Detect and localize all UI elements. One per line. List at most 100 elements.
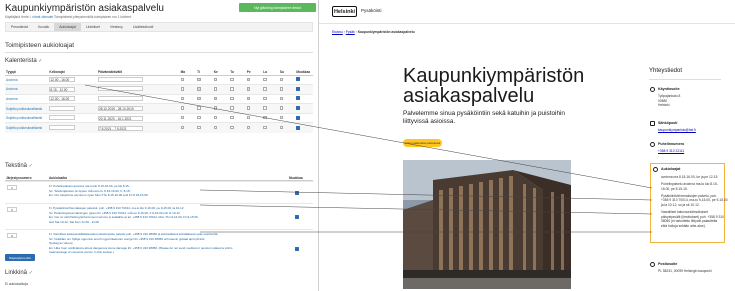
calendar-type-link[interactable]: Avoinna bbox=[6, 97, 17, 101]
hours-text-line: En: Car on call Parking Enforcement serv… bbox=[49, 215, 199, 219]
helsinki-logo[interactable]: Helsinki bbox=[332, 6, 357, 17]
weekday-checkbox[interactable] bbox=[230, 96, 234, 101]
tab-linkkiluet[interactable]: Linkkiluet bbox=[81, 23, 105, 31]
edit-icon[interactable] bbox=[296, 125, 300, 130]
weekday-checkbox[interactable] bbox=[279, 115, 284, 120]
weekday-cell bbox=[229, 122, 246, 133]
weekday-checkbox[interactable] bbox=[279, 87, 284, 91]
calendar-type-link[interactable]: Suljettu poikkeuksellisesti bbox=[6, 107, 42, 111]
weekday-checkbox[interactable] bbox=[230, 115, 234, 120]
order-select[interactable]: 1 bbox=[7, 185, 17, 190]
edit-icon[interactable] bbox=[296, 77, 300, 82]
time-select[interactable] bbox=[49, 105, 76, 111]
breadcrumb-parking[interactable]: Pysäk bbox=[346, 30, 355, 34]
weekday-checkbox[interactable] bbox=[213, 125, 218, 130]
service-name[interactable]: Pysäköinti bbox=[361, 8, 382, 13]
weekday-checkbox[interactable] bbox=[213, 87, 218, 91]
weekday-checkbox[interactable] bbox=[180, 77, 185, 82]
weekday-checkbox[interactable] bbox=[197, 87, 201, 91]
weekday-checkbox[interactable] bbox=[263, 125, 267, 130]
edit-icon[interactable] bbox=[296, 106, 300, 111]
page-lead: Palvelemme sinua pysäköintiin sekä katui… bbox=[403, 110, 565, 126]
weekday-checkbox[interactable] bbox=[246, 77, 251, 82]
edit-icon[interactable] bbox=[296, 86, 300, 91]
weekday-checkbox[interactable] bbox=[197, 125, 201, 130]
opening-hours-line: Puhelinpalvelu avoinna ma-to klo 8.15- bbox=[661, 182, 718, 187]
tab-perustiedot[interactable]: Perustiedot bbox=[6, 23, 33, 31]
time-select[interactable]: 12.00 - 16.00 bbox=[49, 96, 76, 102]
time-select[interactable] bbox=[49, 115, 76, 121]
weekday-checkbox[interactable] bbox=[180, 106, 185, 110]
weekday-checkbox[interactable] bbox=[246, 115, 251, 120]
edit-icon[interactable] bbox=[295, 247, 299, 251]
weekday-checkbox[interactable] bbox=[279, 96, 284, 101]
period-select[interactable]: 28.10.2019 - 28.10.2019 bbox=[97, 106, 143, 112]
weekday-checkbox[interactable] bbox=[213, 106, 218, 110]
weekday-checkbox[interactable] bbox=[213, 77, 218, 82]
edit-icon[interactable] bbox=[295, 191, 299, 195]
weekday-checkbox[interactable] bbox=[230, 106, 234, 110]
weekday-checkbox[interactable] bbox=[197, 77, 201, 82]
weekday-checkbox[interactable] bbox=[230, 77, 234, 82]
weekday-checkbox[interactable] bbox=[180, 96, 185, 101]
weekday-checkbox[interactable] bbox=[279, 106, 284, 110]
edit-icon[interactable] bbox=[295, 215, 299, 219]
weekday-checkbox[interactable] bbox=[213, 115, 218, 120]
order-select[interactable]: 2 bbox=[7, 207, 17, 212]
period-select[interactable] bbox=[97, 95, 143, 101]
weekday-checkbox[interactable] bbox=[197, 106, 201, 110]
period-select[interactable] bbox=[97, 86, 143, 92]
weekday-checkbox[interactable] bbox=[180, 125, 185, 130]
weekday-checkbox[interactable] bbox=[180, 115, 185, 120]
calendar-type-link[interactable]: Avoinna bbox=[6, 78, 17, 82]
period-select[interactable]: 20.11.2020 - 16.1.2021 bbox=[97, 115, 143, 121]
weekday-checkbox[interactable] bbox=[230, 125, 234, 130]
calendar-type-link[interactable]: Avoinna bbox=[6, 87, 17, 91]
weekday-checkbox[interactable] bbox=[197, 96, 201, 101]
period-select[interactable] bbox=[97, 76, 143, 82]
weekday-cell bbox=[245, 112, 263, 123]
calendar-heading: Kalenterista ✓ bbox=[5, 58, 43, 64]
tab-aukioloajat[interactable]: Aukioloajat bbox=[54, 23, 81, 31]
weekday-checkbox[interactable] bbox=[263, 96, 267, 101]
breadcrumb-home[interactable]: Etusivu bbox=[332, 30, 343, 34]
calendar-type-cell: Avoinna bbox=[5, 93, 49, 104]
weekday-checkbox[interactable] bbox=[263, 106, 267, 110]
phone-link[interactable]: +358 9 310 22111 bbox=[658, 149, 684, 154]
weekday-checkbox[interactable] bbox=[246, 96, 251, 101]
weekday-checkbox[interactable] bbox=[263, 77, 267, 82]
permissions-link[interactable]: nämä oikeudet bbox=[32, 15, 53, 19]
calendar-type-link[interactable]: Suljettu poikkeuksellisesti bbox=[6, 126, 42, 130]
add-row-button[interactable]: Näytetylementtö bbox=[5, 254, 35, 261]
edit-icon[interactable] bbox=[296, 96, 300, 101]
calendar-type-cell: Avoinna bbox=[5, 84, 49, 95]
period-select[interactable]: 7.5.2021 - 7.5.2021 bbox=[97, 125, 143, 131]
time-select[interactable] bbox=[49, 125, 76, 131]
feedback-button[interactable]: Anna palautetta palvelusta bbox=[403, 139, 442, 147]
edit-icon[interactable] bbox=[296, 115, 300, 120]
phone-icon bbox=[650, 142, 655, 147]
weekday-checkbox[interactable] bbox=[279, 125, 284, 130]
weekday-checkbox[interactable] bbox=[263, 87, 267, 91]
weekday-checkbox[interactable] bbox=[246, 125, 251, 130]
weekday-cell bbox=[196, 84, 213, 95]
tab-viestecy[interactable]: Viestecy bbox=[105, 23, 128, 31]
time-select[interactable]: 12.00 - 16.00 bbox=[49, 77, 76, 83]
weekday-checkbox[interactable] bbox=[279, 77, 284, 82]
weekday-checkbox[interactable] bbox=[246, 87, 251, 91]
weekday-checkbox[interactable] bbox=[230, 87, 234, 91]
tab-kuvailu[interactable]: Kuvailu bbox=[33, 23, 54, 31]
weekday-checkbox[interactable] bbox=[197, 115, 201, 120]
order-select[interactable]: 3 bbox=[7, 233, 17, 238]
calendar-type-link[interactable]: Suljettu poikkeuksellisesti bbox=[6, 116, 42, 120]
tab-lisätietoikonit[interactable]: Lisätietoikonit bbox=[128, 23, 159, 31]
weekday-checkbox[interactable] bbox=[213, 96, 218, 101]
email-icon bbox=[650, 121, 655, 126]
email-link[interactable]: kaupunkiymparisto@hel.fi bbox=[658, 128, 696, 133]
weekday-cell bbox=[229, 74, 246, 85]
weekday-checkbox[interactable] bbox=[246, 106, 251, 110]
weekday-checkbox[interactable] bbox=[263, 115, 267, 120]
time-select[interactable]: 8.15 - 12.00 bbox=[49, 86, 76, 92]
publish-button[interactable]: Nyt glitching toimipisteen tiedot bbox=[239, 3, 316, 12]
weekday-checkbox[interactable] bbox=[180, 87, 185, 91]
